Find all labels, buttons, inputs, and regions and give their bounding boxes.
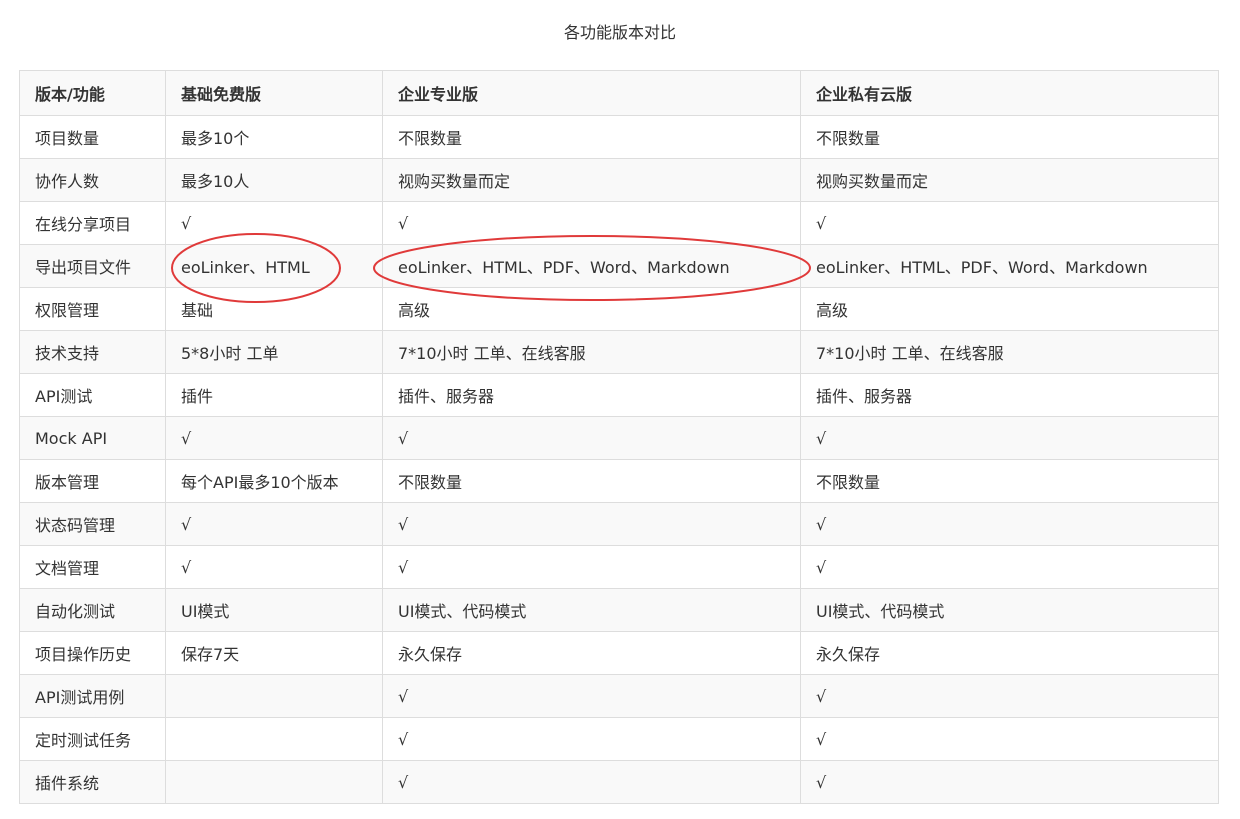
cell-enterprise-pro: 插件、服务器 xyxy=(382,373,801,417)
cell-feature: 技术支持 xyxy=(19,330,166,374)
table-row: 技术支持 5*8小时 工单 7*10小时 工单、在线客服 7*10小时 工单、在线客服 xyxy=(19,330,1219,374)
table-row: API测试 插件 插件、服务器 插件、服务器 xyxy=(19,373,1219,417)
cell-feature: 在线分享项目 xyxy=(19,201,166,245)
header-basic-free: 基础免费版 xyxy=(165,70,383,116)
cell-feature: 版本管理 xyxy=(19,459,166,503)
cell-enterprise-private-cloud: 7*10小时 工单、在线客服 xyxy=(800,330,1219,374)
page-title: 各功能版本对比 xyxy=(563,23,676,42)
table-row: 导出项目文件 eoLinker、HTML eoLinker、HTML、PDF、Wor… xyxy=(19,244,1219,288)
cell-enterprise-private-cloud: 插件、服务器 xyxy=(800,373,1219,417)
cell-enterprise-private-cloud: √ xyxy=(800,674,1219,718)
cell-feature: Mock API xyxy=(19,416,166,460)
cell-enterprise-private-cloud: √ xyxy=(800,502,1219,546)
cell-feature: 定时测试任务 xyxy=(19,717,166,761)
header-feature: 版本/功能 xyxy=(19,70,166,116)
cell-feature: 协作人数 xyxy=(19,158,166,202)
cell-enterprise-private-cloud: UI模式、代码模式 xyxy=(800,588,1219,632)
cell-enterprise-private-cloud: 高级 xyxy=(800,287,1219,331)
table-row: 协作人数 最多10人 视购买数量而定 视购买数量而定 xyxy=(19,158,1219,202)
cell-enterprise-private-cloud: √ xyxy=(800,545,1219,589)
table-row: 自动化测试 UI模式 UI模式、代码模式 UI模式、代码模式 xyxy=(19,588,1219,632)
comparison-table-container: 版本/功能 基础免费版 企业专业版 企业私有云版 项目数量 最多10个 不限数量 不限… xyxy=(19,70,1219,804)
table-row: 在线分享项目 √ √ √ xyxy=(19,201,1219,245)
cell-basic-free: √ xyxy=(165,545,383,589)
comparison-table: 版本/功能 基础免费版 企业专业版 企业私有云版 项目数量 最多10个 不限数量 不限… xyxy=(19,70,1219,804)
header-enterprise-private-cloud: 企业私有云版 xyxy=(800,70,1219,116)
cell-feature: 文档管理 xyxy=(19,545,166,589)
cell-enterprise-pro: 7*10小时 工单、在线客服 xyxy=(382,330,801,374)
cell-basic-free: √ xyxy=(165,201,383,245)
table-row: 权限管理 基础 高级 高级 xyxy=(19,287,1219,331)
cell-basic-free: √ xyxy=(165,502,383,546)
cell-feature: API测试 xyxy=(19,373,166,417)
cell-feature: 状态码管理 xyxy=(19,502,166,546)
cell-enterprise-private-cloud: √ xyxy=(800,416,1219,460)
cell-enterprise-pro: √ xyxy=(382,717,801,761)
cell-enterprise-private-cloud: eoLinker、HTML、PDF、Word、Markdown xyxy=(800,244,1219,288)
cell-enterprise-pro: eoLinker、HTML、PDF、Word、Markdown xyxy=(382,244,801,288)
cell-enterprise-private-cloud: √ xyxy=(800,201,1219,245)
cell-enterprise-private-cloud: 不限数量 xyxy=(800,115,1219,159)
cell-feature: 权限管理 xyxy=(19,287,166,331)
cell-enterprise-private-cloud: 视购买数量而定 xyxy=(800,158,1219,202)
cell-basic-free xyxy=(165,760,383,804)
table-row: 插件系统 √ √ xyxy=(19,760,1219,804)
header-row: 版本/功能 基础免费版 企业专业版 企业私有云版 xyxy=(19,70,1219,116)
cell-basic-free: 最多10个 xyxy=(165,115,383,159)
cell-basic-free: eoLinker、HTML xyxy=(165,244,383,288)
cell-enterprise-pro: 永久保存 xyxy=(382,631,801,675)
cell-enterprise-pro: √ xyxy=(382,545,801,589)
cell-basic-free xyxy=(165,717,383,761)
cell-enterprise-pro: 高级 xyxy=(382,287,801,331)
cell-enterprise-private-cloud: 不限数量 xyxy=(800,459,1219,503)
table-row: 版本管理 每个API最多10个版本 不限数量 不限数量 xyxy=(19,459,1219,503)
cell-enterprise-pro: 不限数量 xyxy=(382,459,801,503)
cell-enterprise-private-cloud: 永久保存 xyxy=(800,631,1219,675)
cell-feature: 项目操作历史 xyxy=(19,631,166,675)
cell-basic-free: 基础 xyxy=(165,287,383,331)
cell-enterprise-pro: √ xyxy=(382,674,801,718)
cell-enterprise-pro: 不限数量 xyxy=(382,115,801,159)
cell-enterprise-pro: UI模式、代码模式 xyxy=(382,588,801,632)
cell-basic-free: 插件 xyxy=(165,373,383,417)
table-row: Mock API √ √ √ xyxy=(19,416,1219,460)
cell-feature: 导出项目文件 xyxy=(19,244,166,288)
cell-enterprise-pro: √ xyxy=(382,502,801,546)
cell-enterprise-private-cloud: √ xyxy=(800,760,1219,804)
cell-basic-free: 每个API最多10个版本 xyxy=(165,459,383,503)
table-row: 项目操作历史 保存7天 永久保存 永久保存 xyxy=(19,631,1219,675)
cell-basic-free: UI模式 xyxy=(165,588,383,632)
cell-basic-free: 保存7天 xyxy=(165,631,383,675)
cell-feature: API测试用例 xyxy=(19,674,166,718)
cell-enterprise-pro: √ xyxy=(382,760,801,804)
table-row: 项目数量 最多10个 不限数量 不限数量 xyxy=(19,115,1219,159)
cell-basic-free xyxy=(165,674,383,718)
cell-feature: 自动化测试 xyxy=(19,588,166,632)
cell-feature: 插件系统 xyxy=(19,760,166,804)
cell-basic-free: 最多10人 xyxy=(165,158,383,202)
cell-enterprise-pro: √ xyxy=(382,201,801,245)
table-body: 项目数量 最多10个 不限数量 不限数量 协作人数 最多10人 视购买数量而定 视购买数量而定… xyxy=(19,115,1219,804)
cell-feature: 项目数量 xyxy=(19,115,166,159)
table-row: 文档管理 √ √ √ xyxy=(19,545,1219,589)
cell-basic-free: 5*8小时 工单 xyxy=(165,330,383,374)
table-row: API测试用例 √ √ xyxy=(19,674,1219,718)
cell-basic-free: √ xyxy=(165,416,383,460)
table-row: 定时测试任务 √ √ xyxy=(19,717,1219,761)
cell-enterprise-pro: 视购买数量而定 xyxy=(382,158,801,202)
table-row: 状态码管理 √ √ √ xyxy=(19,502,1219,546)
cell-enterprise-private-cloud: √ xyxy=(800,717,1219,761)
cell-enterprise-pro: √ xyxy=(382,416,801,460)
header-enterprise-pro: 企业专业版 xyxy=(382,70,801,116)
